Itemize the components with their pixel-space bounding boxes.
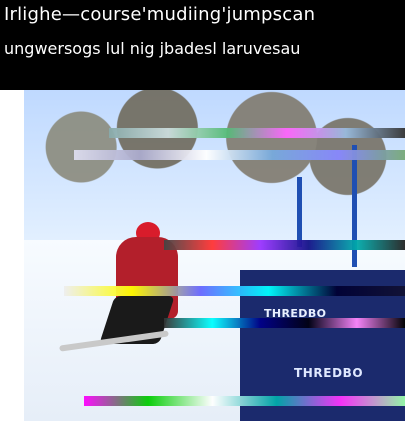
image-frame: Irlighe—course'mudiing'jumpscan ungwerso… — [0, 0, 405, 421]
glitch-band — [84, 396, 405, 406]
banner-text-large: THREDBO — [294, 366, 364, 380]
photo: THREDBO THREDBO — [24, 90, 405, 421]
caption-line-2: ungwersogs lul nig jbadesl laruvesau — [4, 39, 301, 58]
glitch-band — [109, 128, 405, 138]
glitch-band — [164, 318, 405, 328]
glitch-band — [164, 240, 405, 250]
caption-line-1: Irlighe—course'mudiing'jumpscan — [4, 4, 316, 25]
course-pole — [297, 177, 302, 247]
caption-bar: Irlighe—course'mudiing'jumpscan ungwerso… — [0, 0, 405, 90]
glitch-band — [74, 150, 405, 160]
glitch-band — [64, 286, 405, 296]
